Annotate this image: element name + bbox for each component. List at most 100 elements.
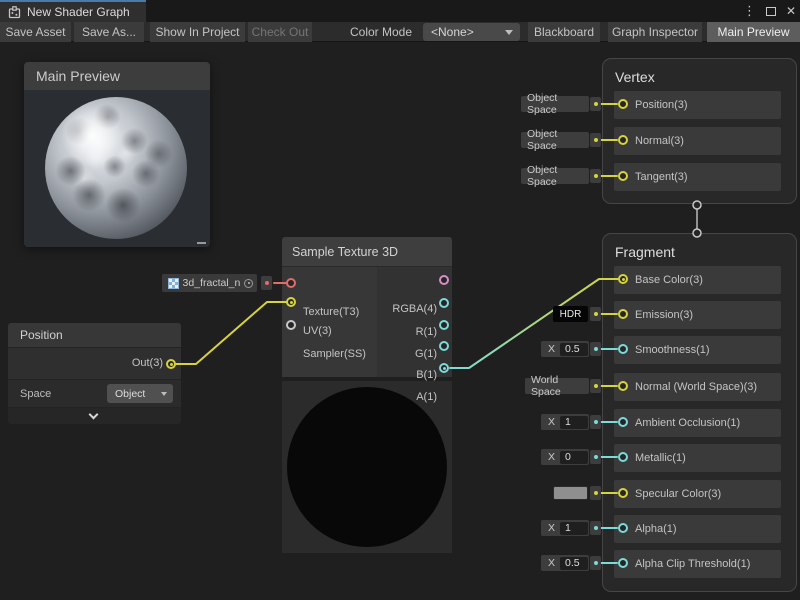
position-node[interactable]: Position Out(3) Space Object xyxy=(8,323,181,424)
sample-texture-3d-node[interactable]: Sample Texture 3D Texture(T3) UV(3) Samp… xyxy=(282,237,452,553)
emission-hdr-chip[interactable]: HDR xyxy=(553,306,588,322)
port-r-output[interactable] xyxy=(439,298,449,308)
vertex-normal-space-chip[interactable]: Object Space xyxy=(521,132,589,148)
chevron-down-icon[interactable] xyxy=(88,410,98,420)
tab-new-shader-graph[interactable]: New Shader Graph xyxy=(0,0,146,22)
maximize-icon[interactable] xyxy=(766,7,776,16)
vertex-row-normal[interactable]: Normal(3) xyxy=(614,127,781,155)
main-preview-button[interactable]: Main Preview xyxy=(707,22,800,42)
vertex-row-position[interactable]: Position(3) xyxy=(614,91,781,119)
position-node-footer[interactable] xyxy=(8,408,181,424)
fragment-row-alpha[interactable]: Alpha(1) xyxy=(614,515,781,543)
object-picker-icon[interactable] xyxy=(244,279,253,288)
vertex-position-space-chip[interactable]: Object Space xyxy=(521,96,589,112)
port-normal-ws[interactable] xyxy=(618,381,628,391)
resize-handle[interactable] xyxy=(197,242,206,244)
connector-dot[interactable] xyxy=(590,450,601,464)
port-texture-input[interactable] xyxy=(286,278,296,288)
position-out-label: Out(3) xyxy=(132,357,163,369)
fragment-context-block[interactable]: Fragment Base Color(3) Emission(3) Smoot… xyxy=(602,233,797,592)
connector-dot[interactable] xyxy=(590,133,601,147)
port-alpha-clip-threshold[interactable] xyxy=(618,558,628,568)
fragment-row-alpha-clip[interactable]: Alpha Clip Threshold(1) xyxy=(614,550,781,578)
connector-dot[interactable] xyxy=(590,379,601,393)
port-specular-color[interactable] xyxy=(618,488,628,498)
connector-dot[interactable] xyxy=(590,415,601,429)
fragment-row-emission[interactable]: Emission(3) xyxy=(614,301,781,329)
vertex-tangent-space-chip[interactable]: Object Space xyxy=(521,168,589,184)
value-field[interactable]: 1 xyxy=(560,416,588,429)
sample-node-header[interactable]: Sample Texture 3D xyxy=(282,237,452,267)
blackboard-button[interactable]: Blackboard xyxy=(528,22,600,42)
port-emission[interactable] xyxy=(618,309,628,319)
ambient-occlusion-value-chip[interactable]: X1 xyxy=(541,414,589,430)
fragment-row-ambient-occlusion[interactable]: Ambient Occlusion(1) xyxy=(614,409,781,437)
port-base-color[interactable] xyxy=(618,274,628,284)
port-alpha[interactable] xyxy=(618,523,628,533)
color-mode-label: Color Mode xyxy=(350,22,412,42)
connector-dot[interactable] xyxy=(590,556,601,570)
main-preview-header[interactable]: Main Preview xyxy=(24,62,210,90)
port-uv-input[interactable] xyxy=(286,297,296,307)
position-node-header[interactable]: Position xyxy=(8,323,181,348)
port-vertex-normal[interactable] xyxy=(618,135,628,145)
metallic-value-chip[interactable]: X0 xyxy=(541,449,589,465)
edge-position-out-to-uv[interactable] xyxy=(176,302,286,364)
connector-dot[interactable] xyxy=(590,307,601,321)
port-vertex-tangent[interactable] xyxy=(618,171,628,181)
sample-node-input-column xyxy=(282,267,377,377)
connector-dot[interactable] xyxy=(590,342,601,356)
fragment-row-base-color[interactable]: Base Color(3) xyxy=(614,266,781,294)
fragment-row-metallic[interactable]: Metallic(1) xyxy=(614,444,781,472)
port-rgba-output[interactable] xyxy=(439,275,449,285)
fragment-row-normal-ws[interactable]: Normal (World Space)(3) xyxy=(614,373,781,401)
close-icon[interactable]: ✕ xyxy=(786,0,796,22)
normal-space-chip[interactable]: World Space xyxy=(525,378,589,394)
port-sampler-input[interactable] xyxy=(286,320,296,330)
fragment-row-smoothness[interactable]: Smoothness(1) xyxy=(614,336,781,364)
texture-asset-field[interactable]: 3d_fractal_n xyxy=(162,274,257,292)
value-field[interactable]: 0.5 xyxy=(560,343,588,356)
smoothness-value-chip[interactable]: X0.5 xyxy=(541,341,589,357)
fragment-row-specular-color[interactable]: Specular Color(3) xyxy=(614,480,781,508)
tab-title: New Shader Graph xyxy=(27,5,130,19)
alpha-value-chip[interactable]: X1 xyxy=(541,520,589,536)
vertex-row-tangent[interactable]: Tangent(3) xyxy=(614,163,781,191)
port-metallic[interactable] xyxy=(618,452,628,462)
connector-dot[interactable] xyxy=(590,97,601,111)
vertex-context-block[interactable]: Vertex Position(3) Normal(3) Tangent(3) xyxy=(602,58,797,204)
color-mode-value: <None> xyxy=(431,25,474,39)
x-prefix: X xyxy=(548,416,555,428)
kebab-menu-icon[interactable]: ⋮ xyxy=(743,0,756,22)
sample-node-preview xyxy=(282,381,452,553)
value-field[interactable]: 0 xyxy=(560,451,588,464)
value-field[interactable]: 1 xyxy=(560,522,588,535)
save-as-button[interactable]: Save As... xyxy=(74,22,144,42)
connector-dot[interactable] xyxy=(590,169,601,183)
color-mode-dropdown[interactable]: <None> xyxy=(423,23,520,41)
graph-inspector-button[interactable]: Graph Inspector xyxy=(608,22,702,42)
position-space-dropdown[interactable]: Object xyxy=(107,384,173,403)
specular-color-swatch[interactable] xyxy=(553,486,588,500)
port-smoothness[interactable] xyxy=(618,344,628,354)
main-preview-viewport[interactable] xyxy=(24,90,210,247)
save-asset-button[interactable]: Save Asset xyxy=(0,22,71,42)
main-preview-window: Main Preview xyxy=(24,62,210,247)
texture-asset-name: 3d_fractal_n xyxy=(183,277,241,289)
port-b-output[interactable] xyxy=(439,341,449,351)
a-output-label: A(1) xyxy=(416,391,437,403)
port-g-output[interactable] xyxy=(439,320,449,330)
port-position-out[interactable] xyxy=(166,359,176,369)
port-a-output[interactable] xyxy=(439,363,449,373)
g-output-label: G(1) xyxy=(415,348,437,360)
connector-dot[interactable] xyxy=(590,521,601,535)
value-field[interactable]: 0.5 xyxy=(560,557,588,570)
title-bar: New Shader Graph ⋮ ✕ xyxy=(0,0,800,22)
texture-connector-dot[interactable] xyxy=(261,276,272,290)
alpha-clip-value-chip[interactable]: X0.5 xyxy=(541,555,589,571)
graph-canvas[interactable]: Main Preview Position Out(3) Space Objec… xyxy=(0,42,800,600)
port-vertex-position[interactable] xyxy=(618,99,628,109)
connector-dot[interactable] xyxy=(590,486,601,500)
show-in-project-button[interactable]: Show In Project xyxy=(150,22,245,42)
port-ambient-occlusion[interactable] xyxy=(618,417,628,427)
